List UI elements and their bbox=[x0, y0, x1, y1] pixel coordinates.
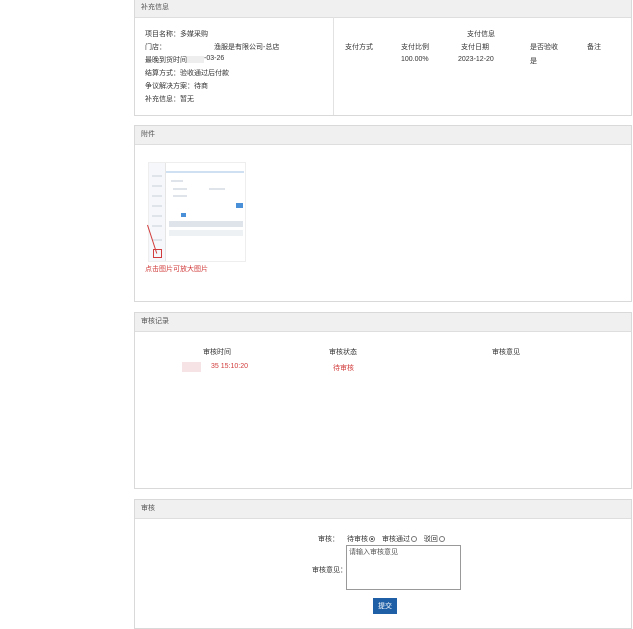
audit-records-header: 审核记录 bbox=[135, 313, 631, 332]
payment-col-remark: 备注 bbox=[587, 44, 601, 51]
thumb-line bbox=[173, 188, 187, 190]
store-label: 门店： bbox=[145, 44, 166, 51]
thumb-line bbox=[152, 225, 162, 227]
audit-label: 审核： bbox=[318, 536, 339, 543]
attachment-header: 附件 bbox=[135, 126, 631, 145]
payment-col-ratio: 支付比例 bbox=[401, 44, 429, 51]
redacted-date bbox=[182, 362, 201, 372]
opinion-input[interactable] bbox=[346, 545, 461, 590]
attachment-hint: 点击图片可放大图片 bbox=[145, 266, 208, 273]
payment-title: 支付信息 bbox=[467, 31, 495, 38]
dispute-resolution: 争议解决方案：待商 bbox=[145, 83, 208, 90]
supplement-header: 补充信息 bbox=[135, 0, 631, 18]
thumb-topbar bbox=[166, 171, 244, 173]
radio-pending[interactable] bbox=[369, 536, 375, 543]
thumb-sidebar bbox=[149, 163, 166, 261]
thumb-table bbox=[169, 221, 243, 227]
radio-approved[interactable] bbox=[410, 536, 417, 543]
audit-header: 审核 bbox=[135, 500, 631, 519]
attachment-thumbnail[interactable] bbox=[148, 162, 246, 262]
thumb-line bbox=[152, 205, 162, 207]
submit-button[interactable]: 提交 bbox=[373, 598, 397, 614]
settlement-method: 结算方式：验收通过后付款 bbox=[145, 70, 229, 77]
payment-accepted: 是 bbox=[530, 58, 537, 65]
audit-records-panel: 审核记录 bbox=[134, 312, 632, 489]
thumb-line bbox=[152, 195, 162, 197]
option-pending-label: 待审核 bbox=[347, 536, 368, 543]
records-col-opinion: 审核意见 bbox=[492, 349, 520, 356]
radio-rejected[interactable] bbox=[438, 536, 445, 543]
payment-col-accepted: 是否验收 bbox=[530, 44, 558, 51]
thumb-button bbox=[181, 213, 186, 217]
thumb-button bbox=[236, 203, 243, 208]
thumb-line bbox=[209, 188, 225, 190]
audit-options: 待审核 审核通过 驳回 bbox=[347, 534, 445, 544]
record-status: 待审核 bbox=[333, 365, 354, 372]
opinion-label: 审核意见： bbox=[312, 567, 347, 574]
supplement-divider bbox=[333, 17, 334, 115]
store-value: 渔服是有限公司-总店 bbox=[214, 44, 280, 51]
payment-ratio: 100.00% bbox=[401, 56, 429, 63]
thumb-line bbox=[152, 239, 162, 241]
thumb-line bbox=[152, 175, 162, 177]
thumb-line bbox=[173, 195, 187, 197]
extra-info: 补充信息：暂无 bbox=[145, 96, 194, 103]
payment-col-date: 支付日期 bbox=[461, 44, 489, 51]
redacted-date bbox=[187, 56, 204, 63]
project-name: 项目名称：多媒采购 bbox=[145, 31, 208, 38]
payment-date: 2023-12-20 bbox=[458, 56, 494, 63]
records-col-time: 审核时间 bbox=[203, 349, 231, 356]
thumb-table bbox=[169, 230, 243, 236]
option-rejected-label: 驳回 bbox=[423, 536, 438, 543]
thumb-line bbox=[171, 180, 183, 182]
deadline-value: -03-26 bbox=[204, 55, 225, 62]
thumb-line bbox=[152, 185, 162, 187]
payment-col-method: 支付方式 bbox=[345, 44, 373, 51]
option-approved-label: 审核通过 bbox=[381, 536, 410, 543]
record-time: 35 15:10:20 bbox=[211, 363, 248, 370]
records-col-status: 审核状态 bbox=[329, 349, 357, 356]
thumb-line bbox=[152, 215, 162, 217]
